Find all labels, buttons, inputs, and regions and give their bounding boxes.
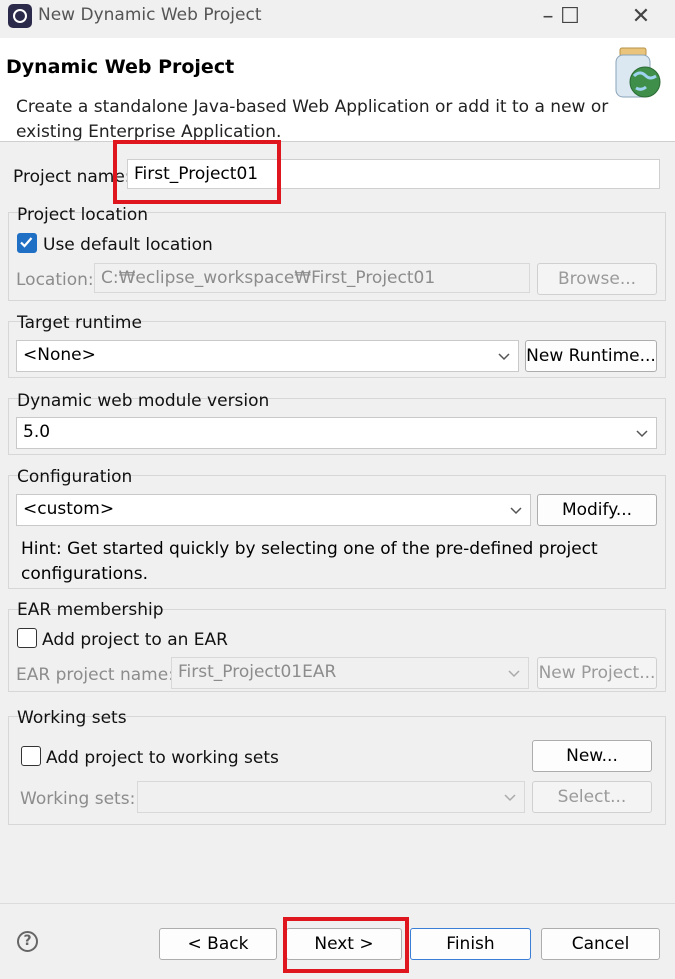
target-runtime-group-label: Target runtime (17, 313, 142, 333)
wizard-description: Create a standalone Java-based Web Appli… (16, 97, 609, 142)
eclipse-app-icon (8, 4, 32, 28)
cancel-button[interactable]: Cancel (541, 928, 660, 960)
chevron-down-icon (510, 507, 522, 515)
window-title: New Dynamic Web Project (38, 5, 262, 25)
location-input[interactable]: C:₩eclipse_workspace₩First_Project01 (94, 263, 530, 293)
target-runtime-select[interactable]: <None> (16, 340, 519, 372)
chevron-down-icon (508, 670, 520, 678)
new-ear-project-button[interactable]: New Project... (537, 657, 657, 689)
use-default-location-label: Use default location (43, 235, 213, 255)
close-button[interactable]: ✕ (613, 0, 669, 32)
add-to-ear-checkbox[interactable] (17, 628, 37, 648)
working-sets-select[interactable] (137, 781, 525, 813)
ear-project-name-value: First_Project01EAR (178, 662, 337, 682)
working-sets-label: Working sets: (20, 789, 136, 809)
location-label: Location: (16, 270, 94, 290)
highlight-box-next (283, 917, 409, 973)
configuration-value: <custom> (23, 499, 115, 519)
back-button[interactable]: < Back (159, 928, 277, 960)
finish-button[interactable]: Finish (410, 928, 531, 960)
module-version-value: 5.0 (23, 422, 51, 442)
use-default-location-checkbox[interactable] (17, 233, 37, 253)
highlight-box-project-name (113, 140, 281, 204)
configuration-select[interactable]: <custom> (16, 494, 531, 526)
web-project-jar-icon (612, 46, 662, 102)
configuration-group-label: Configuration (17, 467, 133, 487)
chevron-down-icon (504, 794, 516, 802)
browse-button[interactable]: Browse... (537, 263, 657, 295)
add-to-working-sets-label: Add project to working sets (46, 748, 279, 768)
help-icon[interactable]: ? (17, 931, 38, 952)
add-to-working-sets-checkbox[interactable] (21, 746, 41, 766)
new-working-set-button[interactable]: New... (532, 740, 652, 772)
working-sets-group-label: Working sets (17, 708, 127, 728)
footer-divider (0, 903, 675, 904)
wizard-title: Dynamic Web Project (6, 56, 235, 78)
project-location-group-label: Project location (17, 205, 149, 225)
ear-membership-group-label: EAR membership (17, 600, 164, 620)
modify-button[interactable]: Modify... (537, 494, 657, 526)
module-version-select[interactable]: 5.0 (16, 417, 657, 449)
new-runtime-button[interactable]: New Runtime... (525, 340, 657, 372)
ear-project-name-select[interactable]: First_Project01EAR (171, 657, 529, 689)
module-version-group-label: Dynamic web module version (17, 391, 270, 411)
ear-project-name-label: EAR project name: (16, 665, 174, 685)
chevron-down-icon (498, 353, 510, 361)
maximize-button[interactable]: ☐ (542, 0, 598, 32)
checkmark-icon (20, 237, 33, 248)
select-working-sets-button[interactable]: Select... (532, 781, 652, 813)
chevron-down-icon (636, 430, 648, 438)
add-to-ear-label: Add project to an EAR (42, 630, 228, 650)
configuration-hint: Hint: Get started quickly by selecting o… (21, 539, 598, 584)
target-runtime-value: <None> (23, 345, 96, 365)
